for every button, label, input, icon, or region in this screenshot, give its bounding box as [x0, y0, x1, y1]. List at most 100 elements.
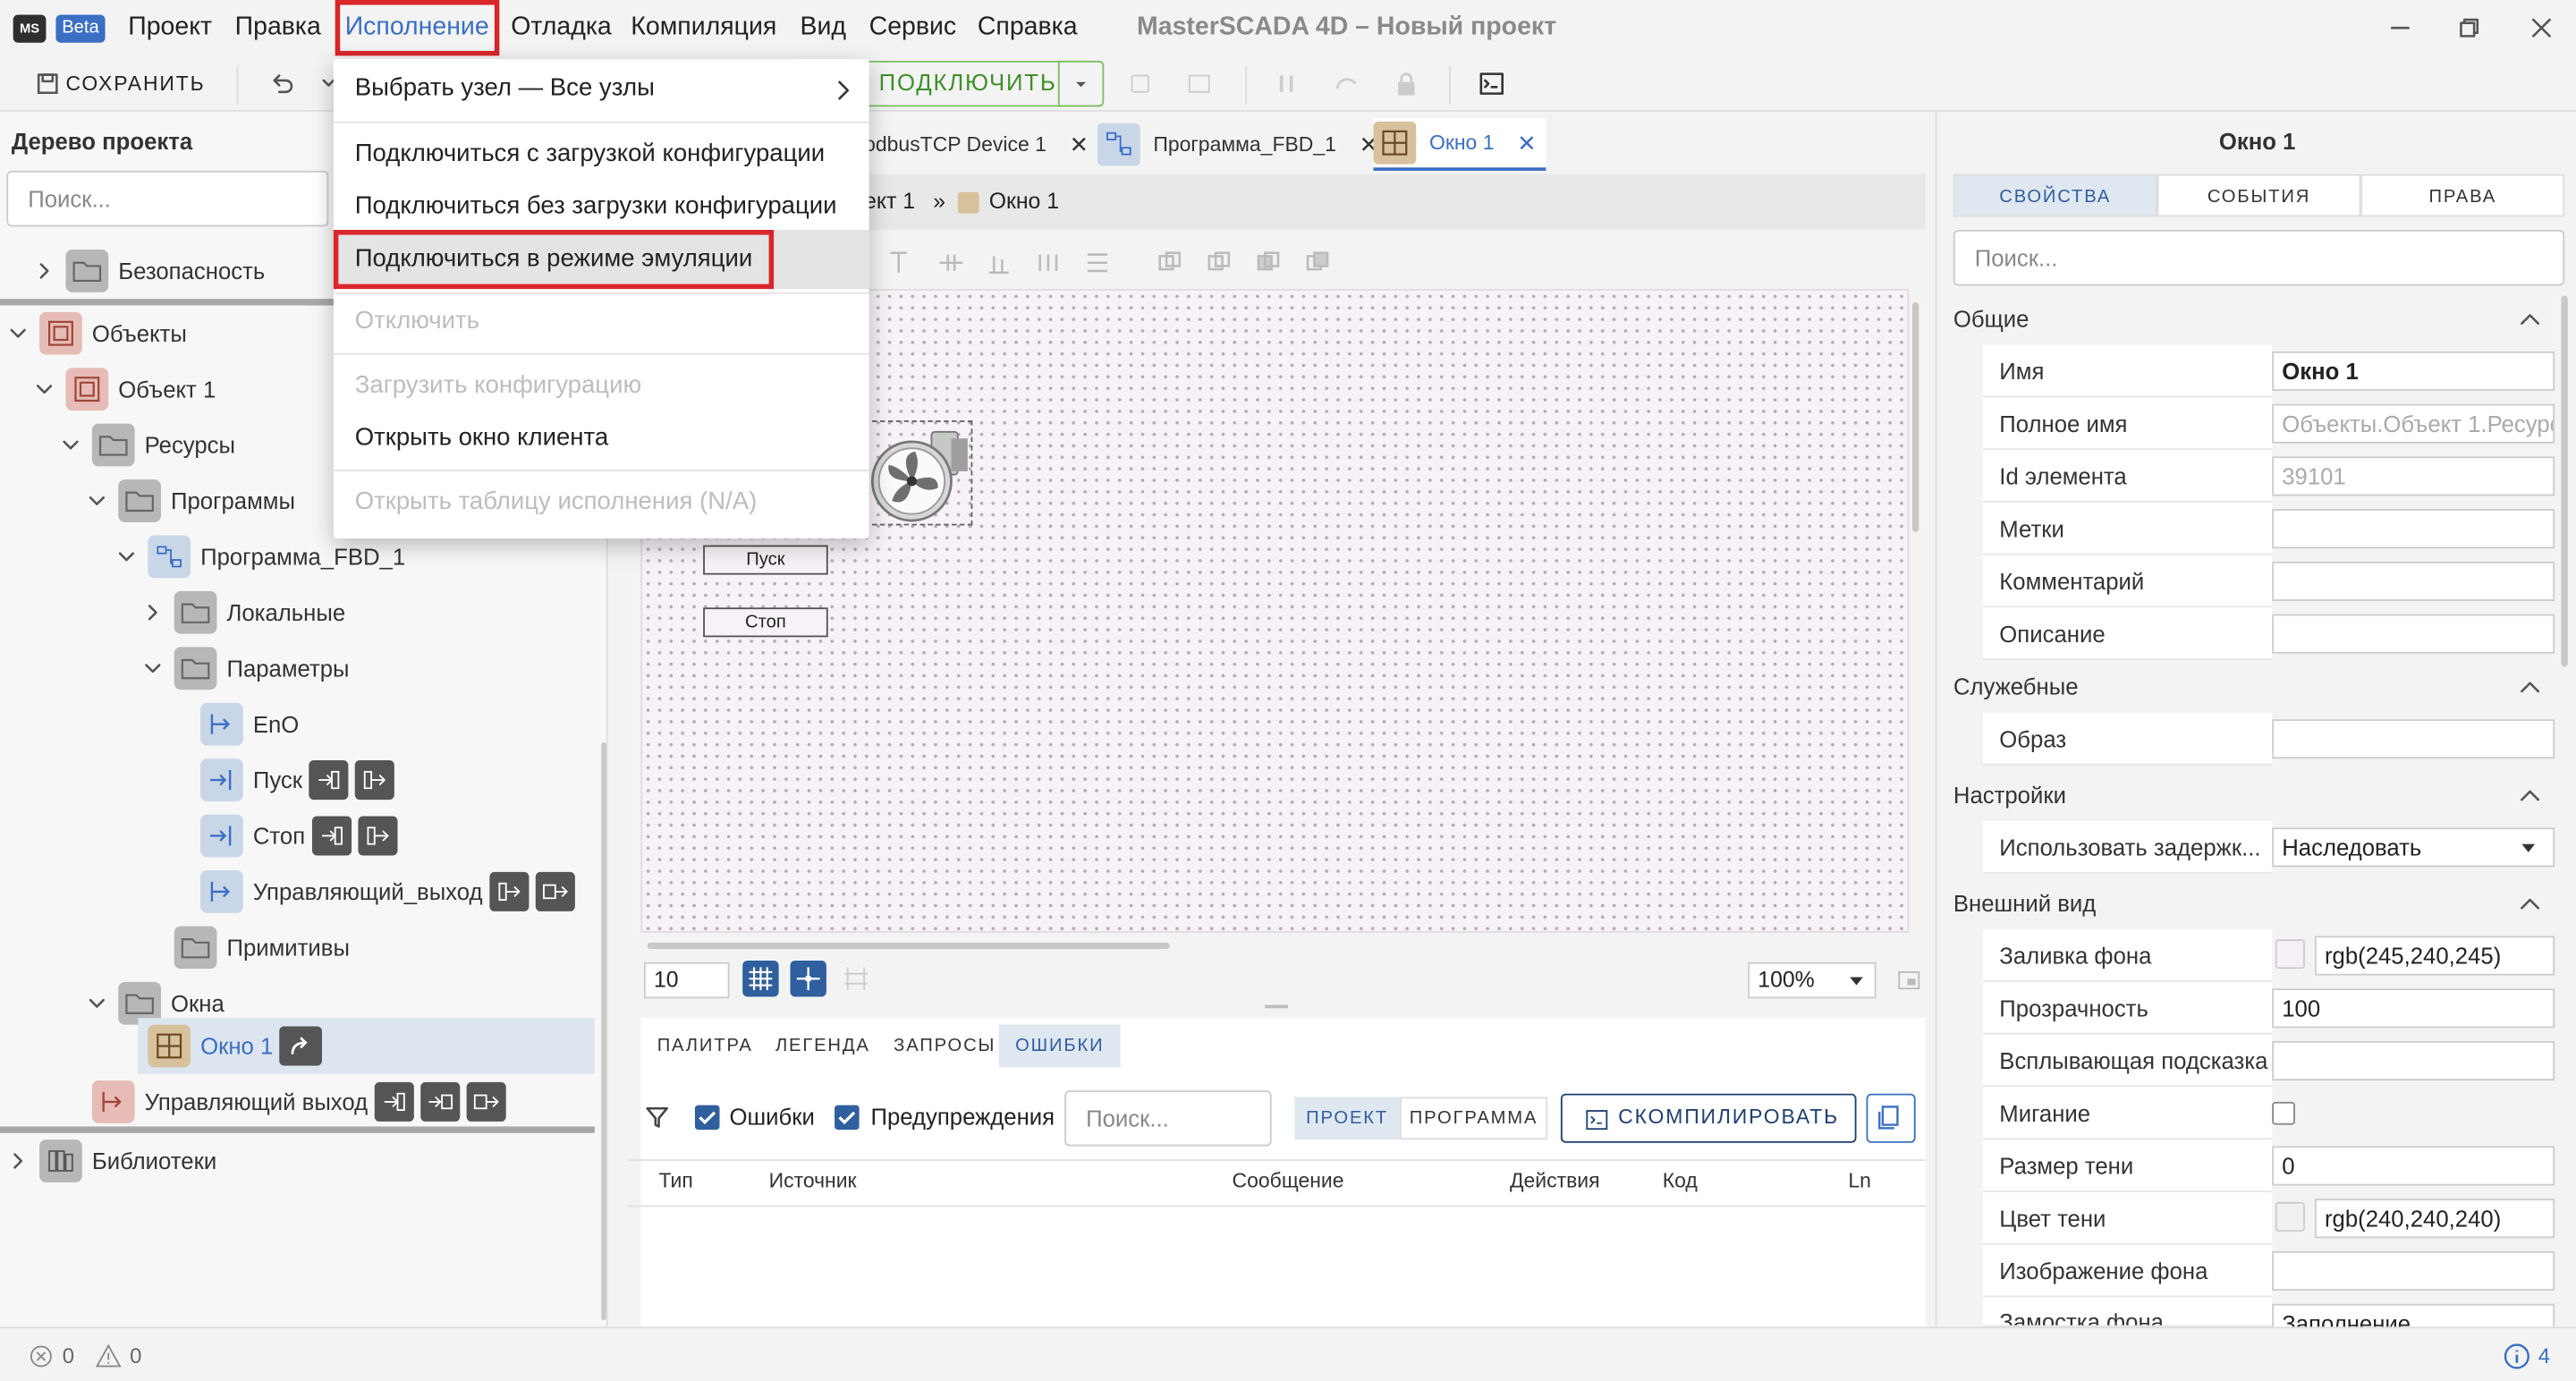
- tree-item-params[interactable]: Параметры: [0, 640, 605, 696]
- close-tab-icon[interactable]: ✕: [1517, 129, 1537, 157]
- tab-events[interactable]: СОБЫТИЯ: [2157, 174, 2361, 217]
- scope-program-tab[interactable]: ПРОГРАММА: [1399, 1097, 1548, 1140]
- section-service[interactable]: Служебные: [1953, 674, 2079, 699]
- chevron-up-icon[interactable]: [2521, 312, 2540, 326]
- warning-count[interactable]: 0: [130, 1343, 141, 1368]
- chevron-right-icon[interactable]: [33, 259, 56, 283]
- connect-button[interactable]: ПОДКЛЮЧИТЬ: [864, 60, 1062, 107]
- grid-size-input[interactable]: 10: [644, 962, 730, 999]
- tab-rights[interactable]: ПРАВА: [2360, 174, 2565, 217]
- menu-compile[interactable]: Компиляция: [631, 0, 776, 55]
- compile-button[interactable]: СКОМПИЛИРОВАТЬ: [1560, 1093, 1857, 1143]
- open-window-icon[interactable]: [279, 1026, 323, 1066]
- errors-checkbox[interactable]: [694, 1105, 720, 1131]
- link-out-icon[interactable]: [357, 816, 398, 856]
- menu-item-connect-load[interactable]: Подключиться с загрузкой конфигурации: [334, 128, 869, 181]
- canvas-vscrollbar[interactable]: [1911, 301, 1919, 532]
- menu-edit[interactable]: Правка: [235, 0, 321, 55]
- menu-item-select-node[interactable]: Выбрать узел — Все узлы: [334, 63, 869, 115]
- export-icon[interactable]: [466, 1081, 506, 1122]
- menu-debug[interactable]: Отладка: [511, 0, 612, 55]
- minimap-icon[interactable]: [1896, 967, 1922, 993]
- connect-dropdown[interactable]: [1057, 60, 1105, 107]
- minimize-icon[interactable]: [2389, 16, 2412, 39]
- link-in-icon[interactable]: [374, 1081, 414, 1122]
- chevron-down-icon[interactable]: [86, 992, 109, 1015]
- fill-color-swatch[interactable]: [2275, 939, 2305, 970]
- prop-blink-checkbox[interactable]: [2272, 1101, 2295, 1125]
- undo-icon[interactable]: [269, 71, 295, 97]
- link-out-icon[interactable]: [354, 760, 394, 801]
- terminal-icon[interactable]: [1479, 71, 1504, 97]
- tree-item-locals[interactable]: Локальные: [0, 585, 605, 640]
- prop-comment-input[interactable]: [2272, 561, 2555, 601]
- tab-modbus[interactable]: odbusTCP Device 1 ✕: [864, 118, 1089, 171]
- menu-project[interactable]: Проект: [128, 0, 212, 55]
- menu-help[interactable]: Справка: [978, 0, 1078, 55]
- canvas-start-button[interactable]: Пуск: [703, 545, 828, 575]
- prop-fill-input[interactable]: rgb(245,240,245): [2314, 936, 2555, 976]
- zoom-select[interactable]: 100%: [1748, 962, 1877, 999]
- close-icon[interactable]: [2530, 16, 2554, 39]
- link-in-icon[interactable]: [309, 760, 349, 801]
- canvas-stop-button[interactable]: Стоп: [703, 607, 828, 638]
- section-settings[interactable]: Настройки: [1953, 782, 2066, 808]
- tab-properties[interactable]: СВОЙСТВА: [1953, 174, 2157, 217]
- tree-item-stop[interactable]: Стоп: [0, 808, 605, 863]
- section-appearance[interactable]: Внешний вид: [1953, 890, 2096, 916]
- copy-button[interactable]: [1866, 1093, 1916, 1143]
- tree-item-primitives[interactable]: Примитивы: [0, 919, 605, 975]
- breadcrumb-object[interactable]: ект 1: [864, 189, 915, 214]
- chevron-down-icon[interactable]: [86, 489, 109, 513]
- prop-tags-input[interactable]: [2272, 509, 2555, 549]
- prop-opacity-input[interactable]: 100: [2272, 988, 2555, 1029]
- chevron-down-icon[interactable]: [115, 546, 139, 569]
- scope-project-tab[interactable]: ПРОЕКТ: [1294, 1097, 1400, 1140]
- grid-toggle-icon[interactable]: [742, 961, 779, 997]
- warnings-checkbox[interactable]: [835, 1105, 860, 1131]
- chevron-down-icon[interactable]: [6, 322, 30, 345]
- tree-item-control-out2[interactable]: Управляющий выход: [0, 1074, 605, 1130]
- restore-icon[interactable]: [2458, 16, 2481, 39]
- tree-search-input[interactable]: Поиск...: [6, 170, 329, 227]
- tab-legend[interactable]: ЛЕГЕНДА: [759, 1025, 887, 1068]
- tree-item-start[interactable]: Пуск: [0, 752, 605, 808]
- chevron-down-icon[interactable]: [141, 657, 165, 680]
- breadcrumb-window[interactable]: Окно 1: [989, 189, 1059, 214]
- prop-shadow-color-input[interactable]: rgb(240,240,240): [2314, 1199, 2555, 1239]
- fan-element[interactable]: [864, 419, 973, 526]
- menu-service[interactable]: Сервис: [869, 0, 956, 55]
- errors-search-input[interactable]: Поиск...: [1064, 1090, 1272, 1147]
- tree-scrollbar[interactable]: [601, 741, 606, 1321]
- export-icon[interactable]: [535, 871, 575, 911]
- prop-tooltip-input[interactable]: [2272, 1040, 2555, 1081]
- tab-window1[interactable]: Окно 1 ✕: [1373, 118, 1546, 171]
- menu-item-open-client[interactable]: Открыть окно клиента: [334, 412, 869, 465]
- snap-toggle-icon[interactable]: [790, 961, 826, 997]
- section-general[interactable]: Общие: [1953, 305, 2029, 331]
- chevron-right-icon[interactable]: [6, 1149, 30, 1173]
- error-count[interactable]: 0: [63, 1343, 74, 1368]
- menu-view[interactable]: Вид: [800, 0, 846, 55]
- menu-item-connect-noload[interactable]: Подключиться без загрузки конфигурации: [334, 181, 869, 233]
- tree-item-window1[interactable]: Окно 1: [0, 1018, 605, 1073]
- prop-description-input[interactable]: [2272, 614, 2555, 654]
- chevron-down-icon[interactable]: [33, 377, 56, 401]
- prop-name-input[interactable]: Окно 1: [2272, 351, 2555, 391]
- prop-image-input[interactable]: [2272, 719, 2555, 759]
- link-out-icon[interactable]: [488, 871, 529, 911]
- prop-bg-tile-select[interactable]: Заполнение: [2272, 1303, 2555, 1327]
- chevron-down-icon[interactable]: [59, 434, 82, 457]
- prop-shadow-size-input[interactable]: 0: [2272, 1146, 2555, 1186]
- shadow-color-swatch[interactable]: [2275, 1201, 2305, 1232]
- canvas-hscrollbar[interactable]: [647, 942, 1170, 950]
- tab-palette[interactable]: ПАЛИТРА: [640, 1025, 769, 1068]
- filter-icon[interactable]: [644, 1104, 670, 1130]
- save-button[interactable]: СОХРАНИТЬ: [65, 67, 205, 100]
- tree-item-control-out[interactable]: Управляющий_выход: [0, 864, 605, 919]
- tree-item-eno[interactable]: EnO: [0, 696, 605, 751]
- prop-delay-select[interactable]: Наследовать: [2272, 827, 2555, 868]
- tab-errors[interactable]: ОШИБКИ: [998, 1024, 1121, 1068]
- menu-execution[interactable]: Исполнение: [335, 0, 499, 56]
- import-icon[interactable]: [419, 1081, 460, 1122]
